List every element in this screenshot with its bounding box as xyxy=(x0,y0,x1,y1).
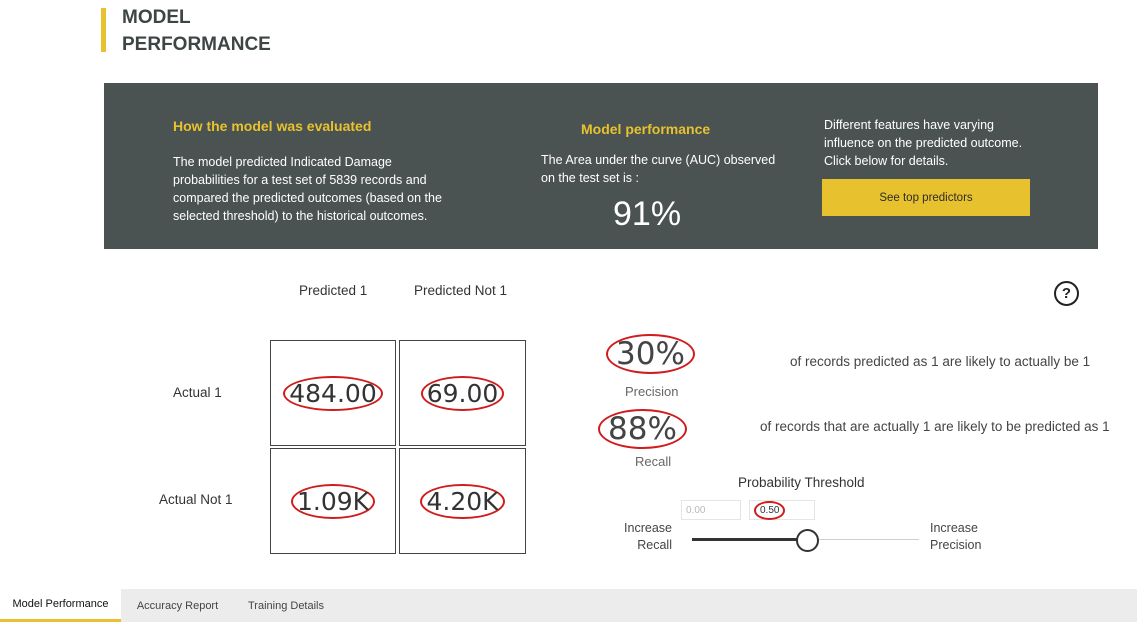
tab-training-details[interactable]: Training Details xyxy=(234,589,338,622)
increase-recall-line1: Increase xyxy=(624,521,672,535)
evaluation-heading: How the model was evaluated xyxy=(173,118,372,134)
performance-heading: Model performance xyxy=(581,121,711,137)
evaluation-text: The model predicted Indicated Damage pro… xyxy=(173,155,442,223)
row-header-actual-1: Actual 1 xyxy=(173,385,222,400)
matrix-value-fp: 1.09K xyxy=(290,483,376,519)
matrix-cell-tp: 484.00 xyxy=(270,340,396,446)
recall-value: 88% xyxy=(598,409,687,449)
threshold-slider-track-filled[interactable] xyxy=(692,538,807,541)
row-header-actual-not-1: Actual Not 1 xyxy=(159,492,233,507)
increase-precision-label: Increase Precision xyxy=(930,520,981,554)
matrix-value-tn: 4.20K xyxy=(420,483,505,519)
page-title-line2: PERFORMANCE xyxy=(122,34,271,55)
matrix-value-fn: 69.00 xyxy=(420,375,505,411)
precision-description: of records predicted as 1 are likely to … xyxy=(790,354,1091,369)
recall-label: Recall xyxy=(635,454,672,469)
col-header-predicted-1: Predicted 1 xyxy=(299,283,368,298)
matrix-value-tp: 484.00 xyxy=(283,375,383,411)
col-header-predicted-not-1: Predicted Not 1 xyxy=(414,283,508,298)
title-accent-bar xyxy=(101,8,106,52)
threshold-slider-track[interactable] xyxy=(807,539,919,540)
increase-precision-line2: Precision xyxy=(930,538,982,552)
tab-model-performance[interactable]: Model Performance xyxy=(0,589,121,622)
tab-accuracy-report[interactable]: Accuracy Report xyxy=(121,589,234,622)
recall-description: of records that are actually 1 are likel… xyxy=(760,419,1110,434)
matrix-cell-tn: 4.20K xyxy=(399,448,526,554)
precision-label: Precision xyxy=(625,384,679,399)
see-top-predictors-button[interactable]: See top predictors xyxy=(822,179,1030,216)
threshold-slider-thumb[interactable] xyxy=(796,529,819,552)
help-icon[interactable]: ? xyxy=(1054,281,1079,306)
matrix-cell-fn: 69.00 xyxy=(399,340,526,446)
features-text: Different features have varying influenc… xyxy=(824,118,1023,168)
threshold-value-text: 0.50 xyxy=(754,500,786,520)
threshold-title: Probability Threshold xyxy=(738,475,865,490)
precision-value: 30% xyxy=(606,334,695,374)
threshold-value-input[interactable]: 0.50 xyxy=(749,500,815,520)
page-title: MODEL PERFORMANCE xyxy=(122,4,271,58)
increase-recall-line2: Recall xyxy=(637,538,672,552)
threshold-min-input[interactable]: 0.00 xyxy=(681,500,741,520)
increase-precision-line1: Increase xyxy=(930,521,978,535)
auc-value: 91% xyxy=(613,195,682,233)
matrix-cell-fp: 1.09K xyxy=(270,448,396,554)
performance-text: The Area under the curve (AUC) observed … xyxy=(541,153,776,185)
page-title-line1: MODEL xyxy=(122,7,191,28)
increase-recall-label: Increase Recall xyxy=(622,520,672,554)
